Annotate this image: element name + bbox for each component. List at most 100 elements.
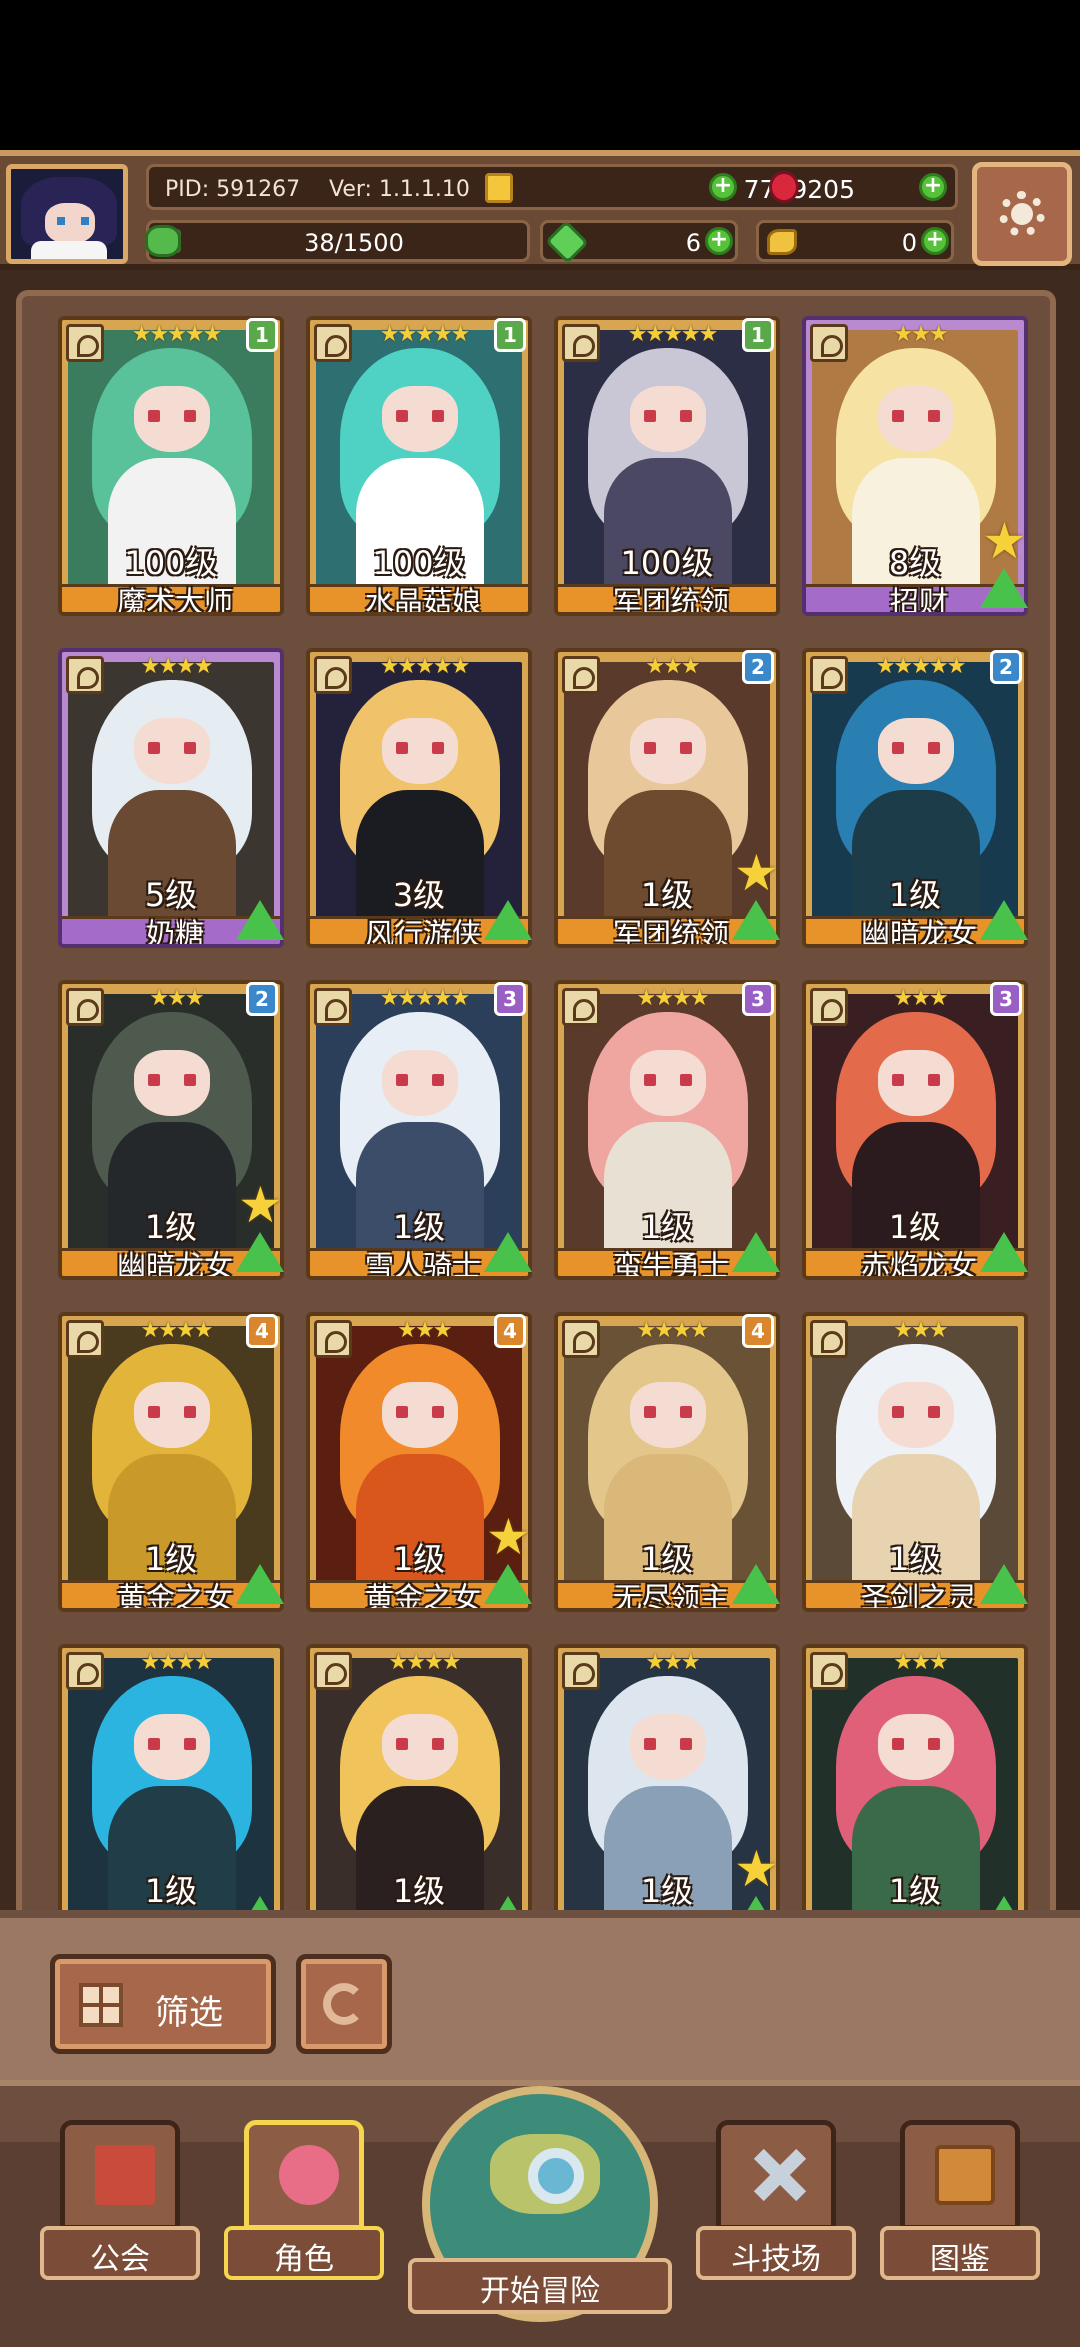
rarity-stars: ★★★★	[388, 1650, 462, 1675]
class-icon	[314, 1652, 352, 1690]
character-name: 水晶菇娘	[364, 585, 481, 616]
class-icon	[562, 656, 600, 694]
character-card[interactable]: ★★★★ 1级 无尽领主 4	[554, 1312, 780, 1624]
player-avatar[interactable]	[6, 164, 128, 264]
tier-badge: 3	[742, 982, 774, 1016]
rarity-stars: ★★★	[645, 654, 700, 679]
nav-character-label: 角色	[274, 2242, 334, 2277]
upgrade-arrow-icon	[236, 900, 284, 940]
character-card[interactable]: ★★★ 1级 赤焰龙女 3	[802, 980, 1028, 1292]
class-icon	[314, 656, 352, 694]
character-card[interactable]: ★★★ 1级	[802, 1644, 1028, 1924]
rarity-stars: ★★★★★	[627, 322, 719, 347]
character-card[interactable]: ★★★★ 1级 蛮牛勇士 3	[554, 980, 780, 1292]
character-level: 100级	[124, 544, 218, 582]
nav-codex-label: 图鉴	[930, 2242, 990, 2277]
add-key-button[interactable]: +	[921, 227, 949, 255]
awaken-star-icon: ★	[982, 512, 1027, 570]
character-card[interactable]: ★★★★ 1级	[306, 1644, 532, 1924]
character-card[interactable]: ★★★ 1级 ★	[554, 1644, 780, 1924]
awaken-star-icon: ★	[486, 1508, 531, 1566]
upgrade-arrow-icon	[236, 1564, 284, 1604]
tier-badge: 1	[246, 318, 278, 352]
upgrade-arrow-icon	[980, 900, 1028, 940]
character-name: 魔术大师	[116, 585, 233, 616]
rarity-stars: ★★★	[893, 1650, 948, 1675]
character-card[interactable]: ★★★★★ 100级 军团统领 1	[554, 316, 780, 628]
add-gems-button[interactable]: +	[919, 173, 947, 201]
character-card[interactable]: ★★★ 1级 幽暗龙女 2 ★	[58, 980, 284, 1292]
bottom-nav: 公会 角色 开始冒险 斗技场 图鉴	[0, 2080, 1080, 2347]
awaken-star-icon: ★	[734, 844, 779, 902]
character-card[interactable]: ★★★★ 1级	[58, 1644, 284, 1924]
upgrade-arrow-icon	[484, 1564, 532, 1604]
character-grid[interactable]: ★★★★★ 100级 魔术大师 1 ★★★★★ 100级 水晶菇娘 1 ★★★★…	[16, 290, 1056, 1930]
tier-badge: 3	[990, 982, 1022, 1016]
character-level: 100级	[620, 544, 714, 582]
character-card[interactable]: ★★★★★ 100级 水晶菇娘 1	[306, 316, 532, 628]
top-bar: PID: 591267 Ver: 1.1.1.10 7749205 + 7545…	[0, 150, 1080, 270]
add-clover-button[interactable]: +	[705, 227, 733, 255]
class-icon	[562, 1652, 600, 1690]
tier-badge: 2	[246, 982, 278, 1016]
nav-codex[interactable]: 图鉴	[880, 2110, 1040, 2300]
refresh-button[interactable]	[296, 1954, 392, 2054]
character-level: 100级	[372, 544, 466, 582]
rarity-stars: ★★★★★	[379, 654, 471, 679]
grid-icon	[79, 1983, 123, 2027]
character-card[interactable]: ★★★★ 1级 黄金之女 4	[58, 1312, 284, 1624]
add-gold-button[interactable]: +	[709, 173, 737, 201]
rarity-stars: ★★★★★	[379, 986, 471, 1011]
nav-start-adventure[interactable]: 开始冒险	[408, 2086, 672, 2347]
rarity-stars: ★★★★	[636, 986, 710, 1011]
upgrade-arrow-icon	[732, 1232, 780, 1272]
character-card[interactable]: ★★★★★ 100级 魔术大师 1	[58, 316, 284, 628]
nav-character[interactable]: 角色	[224, 2110, 384, 2300]
card-frame: ★★★★ 1级	[306, 1644, 532, 1924]
class-icon	[66, 1320, 104, 1358]
character-card[interactable]: ★★★ 1级 圣剑之灵	[802, 1312, 1028, 1624]
character-card[interactable]: ★★★★★ 1级 幽暗龙女 2	[802, 648, 1028, 960]
character-card[interactable]: ★★★★★ 3级 风行游侠	[306, 648, 532, 960]
character-card[interactable]: ★★★★ 5级 奶糖	[58, 648, 284, 960]
card-frame: ★★★★★ 100级 魔术大师	[58, 316, 284, 616]
character-name: 军团统领	[612, 585, 729, 616]
awaken-star-icon: ★	[734, 1840, 779, 1898]
tier-badge: 4	[742, 1314, 774, 1348]
class-icon	[314, 1320, 352, 1358]
tier-badge: 4	[246, 1314, 278, 1348]
nav-arena[interactable]: 斗技场	[696, 2110, 856, 2300]
rarity-stars: ★★★★	[140, 1650, 214, 1675]
nav-guild-label: 公会	[90, 2242, 150, 2277]
character-card[interactable]: ★★★ 1级 军团统领 2 ★	[554, 648, 780, 960]
rarity-stars: ★★★	[893, 322, 948, 347]
nav-guild[interactable]: 公会	[40, 2110, 200, 2300]
clover-counter: 6 +	[540, 220, 738, 264]
card-frame: ★★★★★ 100级 水晶菇娘	[306, 316, 532, 616]
character-card[interactable]: ★★★ 8级 招财 ★	[802, 316, 1028, 628]
upgrade-arrow-icon	[236, 1232, 284, 1272]
character-card[interactable]: ★★★ 1级 黄金之女 4 ★	[306, 1312, 532, 1624]
rarity-stars: ★★★★	[636, 1318, 710, 1343]
nav-adventure-label: 开始冒险	[480, 2274, 600, 2309]
upgrade-arrow-icon	[732, 1564, 780, 1604]
class-icon	[562, 1320, 600, 1358]
class-icon	[562, 324, 600, 362]
filter-button[interactable]: 筛选	[50, 1954, 276, 2054]
info-bar: PID: 591267 Ver: 1.1.1.10 7749205 + 7545…	[146, 164, 1057, 210]
character-panel: ★★★★★ 100级 魔术大师 1 ★★★★★ 100级 水晶菇娘 1 ★★★★…	[0, 270, 1080, 1930]
class-icon	[810, 656, 848, 694]
magnifier-icon	[528, 2148, 584, 2204]
rarity-stars: ★★★★★	[131, 322, 223, 347]
upgrade-arrow-icon	[732, 900, 780, 940]
key-counter: 0 +	[756, 220, 954, 262]
character-card[interactable]: ★★★★★ 1级 雪人骑士 3	[306, 980, 532, 1292]
upgrade-arrow-icon	[484, 1232, 532, 1272]
rarity-stars: ★★★	[893, 986, 948, 1011]
settings-button[interactable]	[972, 162, 1072, 266]
tier-badge: 1	[494, 318, 526, 352]
guild-icon	[60, 2120, 180, 2230]
class-icon	[314, 988, 352, 1026]
book-icon	[900, 2120, 1020, 2230]
rarity-stars: ★★★	[149, 986, 204, 1011]
